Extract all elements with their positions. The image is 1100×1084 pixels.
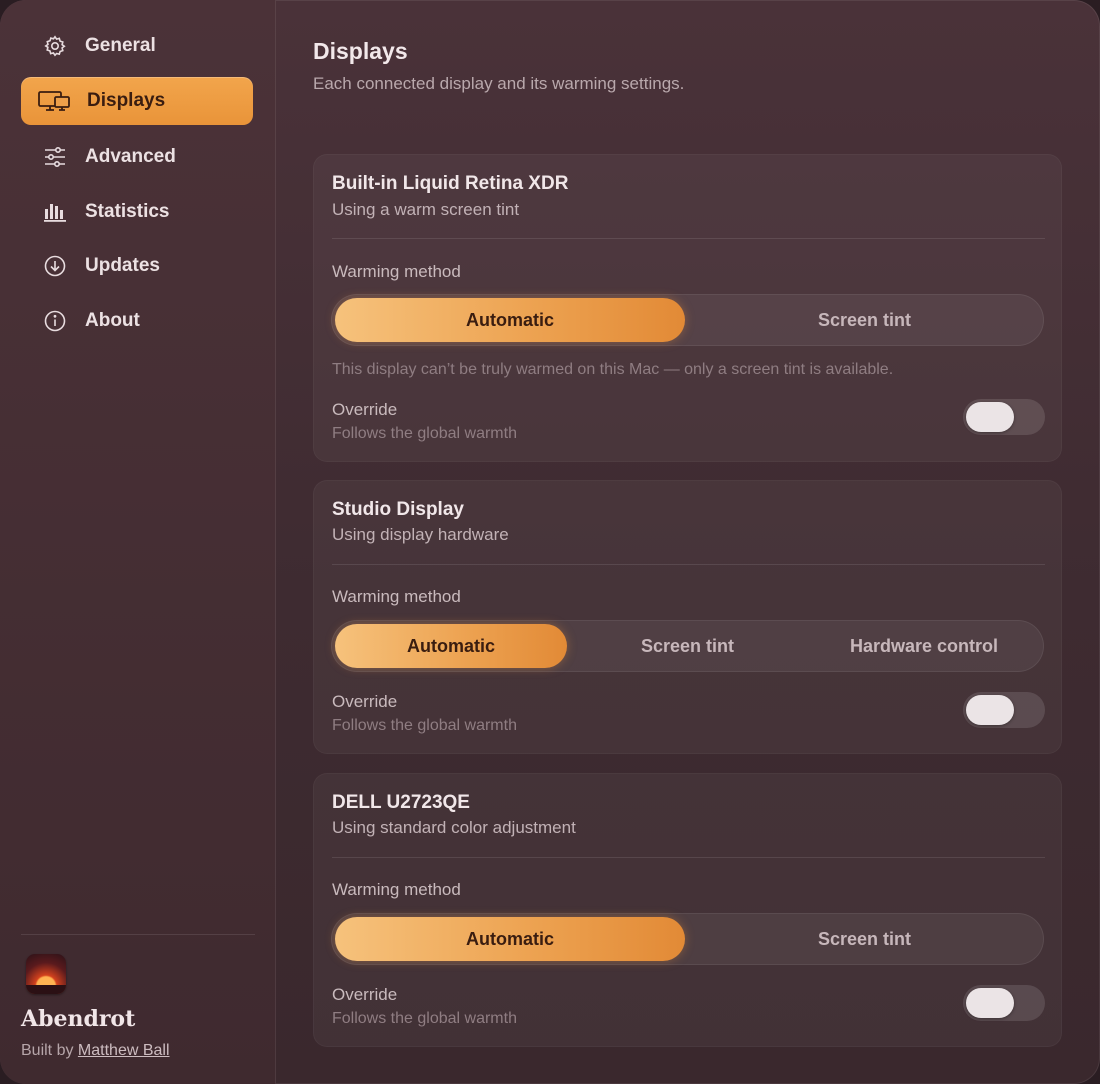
displays-icon [37, 87, 71, 115]
warming-method-segmented-control: Automatic Screen tint [331, 294, 1044, 346]
page-title: Displays [313, 38, 408, 64]
built-by-prefix: Built by [21, 1042, 78, 1059]
toggle-knob [966, 988, 1014, 1018]
sidebar-item-label: Updates [85, 255, 160, 276]
display-card-builtin: Built-in Liquid Retina XDR Using a warm … [313, 154, 1062, 462]
segment-hardware-control[interactable]: Hardware control [808, 624, 1040, 668]
card-divider [332, 564, 1045, 565]
warming-method-segmented-control: Automatic Screen tint Hardware control [331, 620, 1044, 672]
display-name: Studio Display [332, 499, 464, 520]
display-hint: This display can’t be truly warmed on th… [332, 361, 894, 378]
card-divider [332, 857, 1045, 858]
override-toggle[interactable] [963, 985, 1045, 1021]
segment-automatic[interactable]: Automatic [335, 624, 567, 668]
override-label: Override [332, 985, 398, 1004]
display-status: Using display hardware [332, 525, 509, 544]
sidebar-divider [21, 934, 255, 935]
override-subtitle: Follows the global warmth [332, 1010, 517, 1027]
display-card-dell: DELL U2723QE Using standard color adjust… [313, 773, 1062, 1047]
sidebar: General Displays Advanced Statistics Upd… [0, 0, 276, 1084]
segment-screen-tint[interactable]: Screen tint [571, 624, 804, 668]
settings-window: General Displays Advanced Statistics Upd… [0, 0, 1100, 1084]
sidebar-item-label: Statistics [85, 201, 170, 222]
built-by-text: Built by Matthew Ball [21, 1042, 170, 1060]
sidebar-item-displays[interactable]: Displays [21, 77, 253, 125]
display-status: Using a warm screen tint [332, 200, 520, 219]
display-name: Built-in Liquid Retina XDR [332, 173, 569, 194]
display-card-studio: Studio Display Using display hardware Wa… [313, 480, 1062, 754]
display-name: DELL U2723QE [332, 792, 470, 813]
override-label: Override [332, 692, 398, 711]
info-circle-icon [41, 307, 69, 335]
app-logo [26, 954, 66, 994]
sidebar-item-statistics[interactable]: Statistics [21, 188, 253, 236]
sliders-icon [41, 143, 69, 171]
segment-automatic[interactable]: Automatic [335, 298, 685, 342]
sidebar-item-general[interactable]: General [21, 22, 253, 70]
sidebar-item-label: General [85, 35, 156, 56]
sidebar-item-label: Advanced [85, 146, 176, 167]
card-divider [332, 238, 1045, 239]
toggle-knob [966, 695, 1014, 725]
app-name: Abendrot [21, 1006, 136, 1032]
warming-method-label: Warming method [332, 880, 461, 899]
gear-icon [41, 32, 69, 60]
sidebar-item-label: About [85, 310, 140, 331]
page-subtitle: Each connected display and its warming s… [313, 74, 685, 93]
bar-chart-icon [41, 198, 69, 226]
author-link[interactable]: Matthew Ball [78, 1042, 170, 1059]
override-subtitle: Follows the global warmth [332, 717, 517, 734]
override-toggle[interactable] [963, 399, 1045, 435]
toggle-knob [966, 402, 1014, 432]
override-label: Override [332, 400, 398, 419]
warming-method-label: Warming method [332, 587, 461, 606]
segment-screen-tint[interactable]: Screen tint [689, 298, 1040, 342]
sidebar-item-updates[interactable]: Updates [21, 242, 253, 290]
download-circle-icon [41, 252, 69, 280]
warming-method-segmented-control: Automatic Screen tint [331, 913, 1044, 965]
warming-method-label: Warming method [332, 262, 461, 281]
display-status: Using standard color adjustment [332, 818, 576, 837]
sidebar-item-advanced[interactable]: Advanced [21, 133, 253, 181]
segment-screen-tint[interactable]: Screen tint [689, 917, 1040, 961]
sidebar-item-about[interactable]: About [21, 297, 253, 345]
override-toggle[interactable] [963, 692, 1045, 728]
segment-automatic[interactable]: Automatic [335, 917, 685, 961]
sidebar-item-label: Displays [87, 90, 166, 111]
override-subtitle: Follows the global warmth [332, 425, 517, 442]
